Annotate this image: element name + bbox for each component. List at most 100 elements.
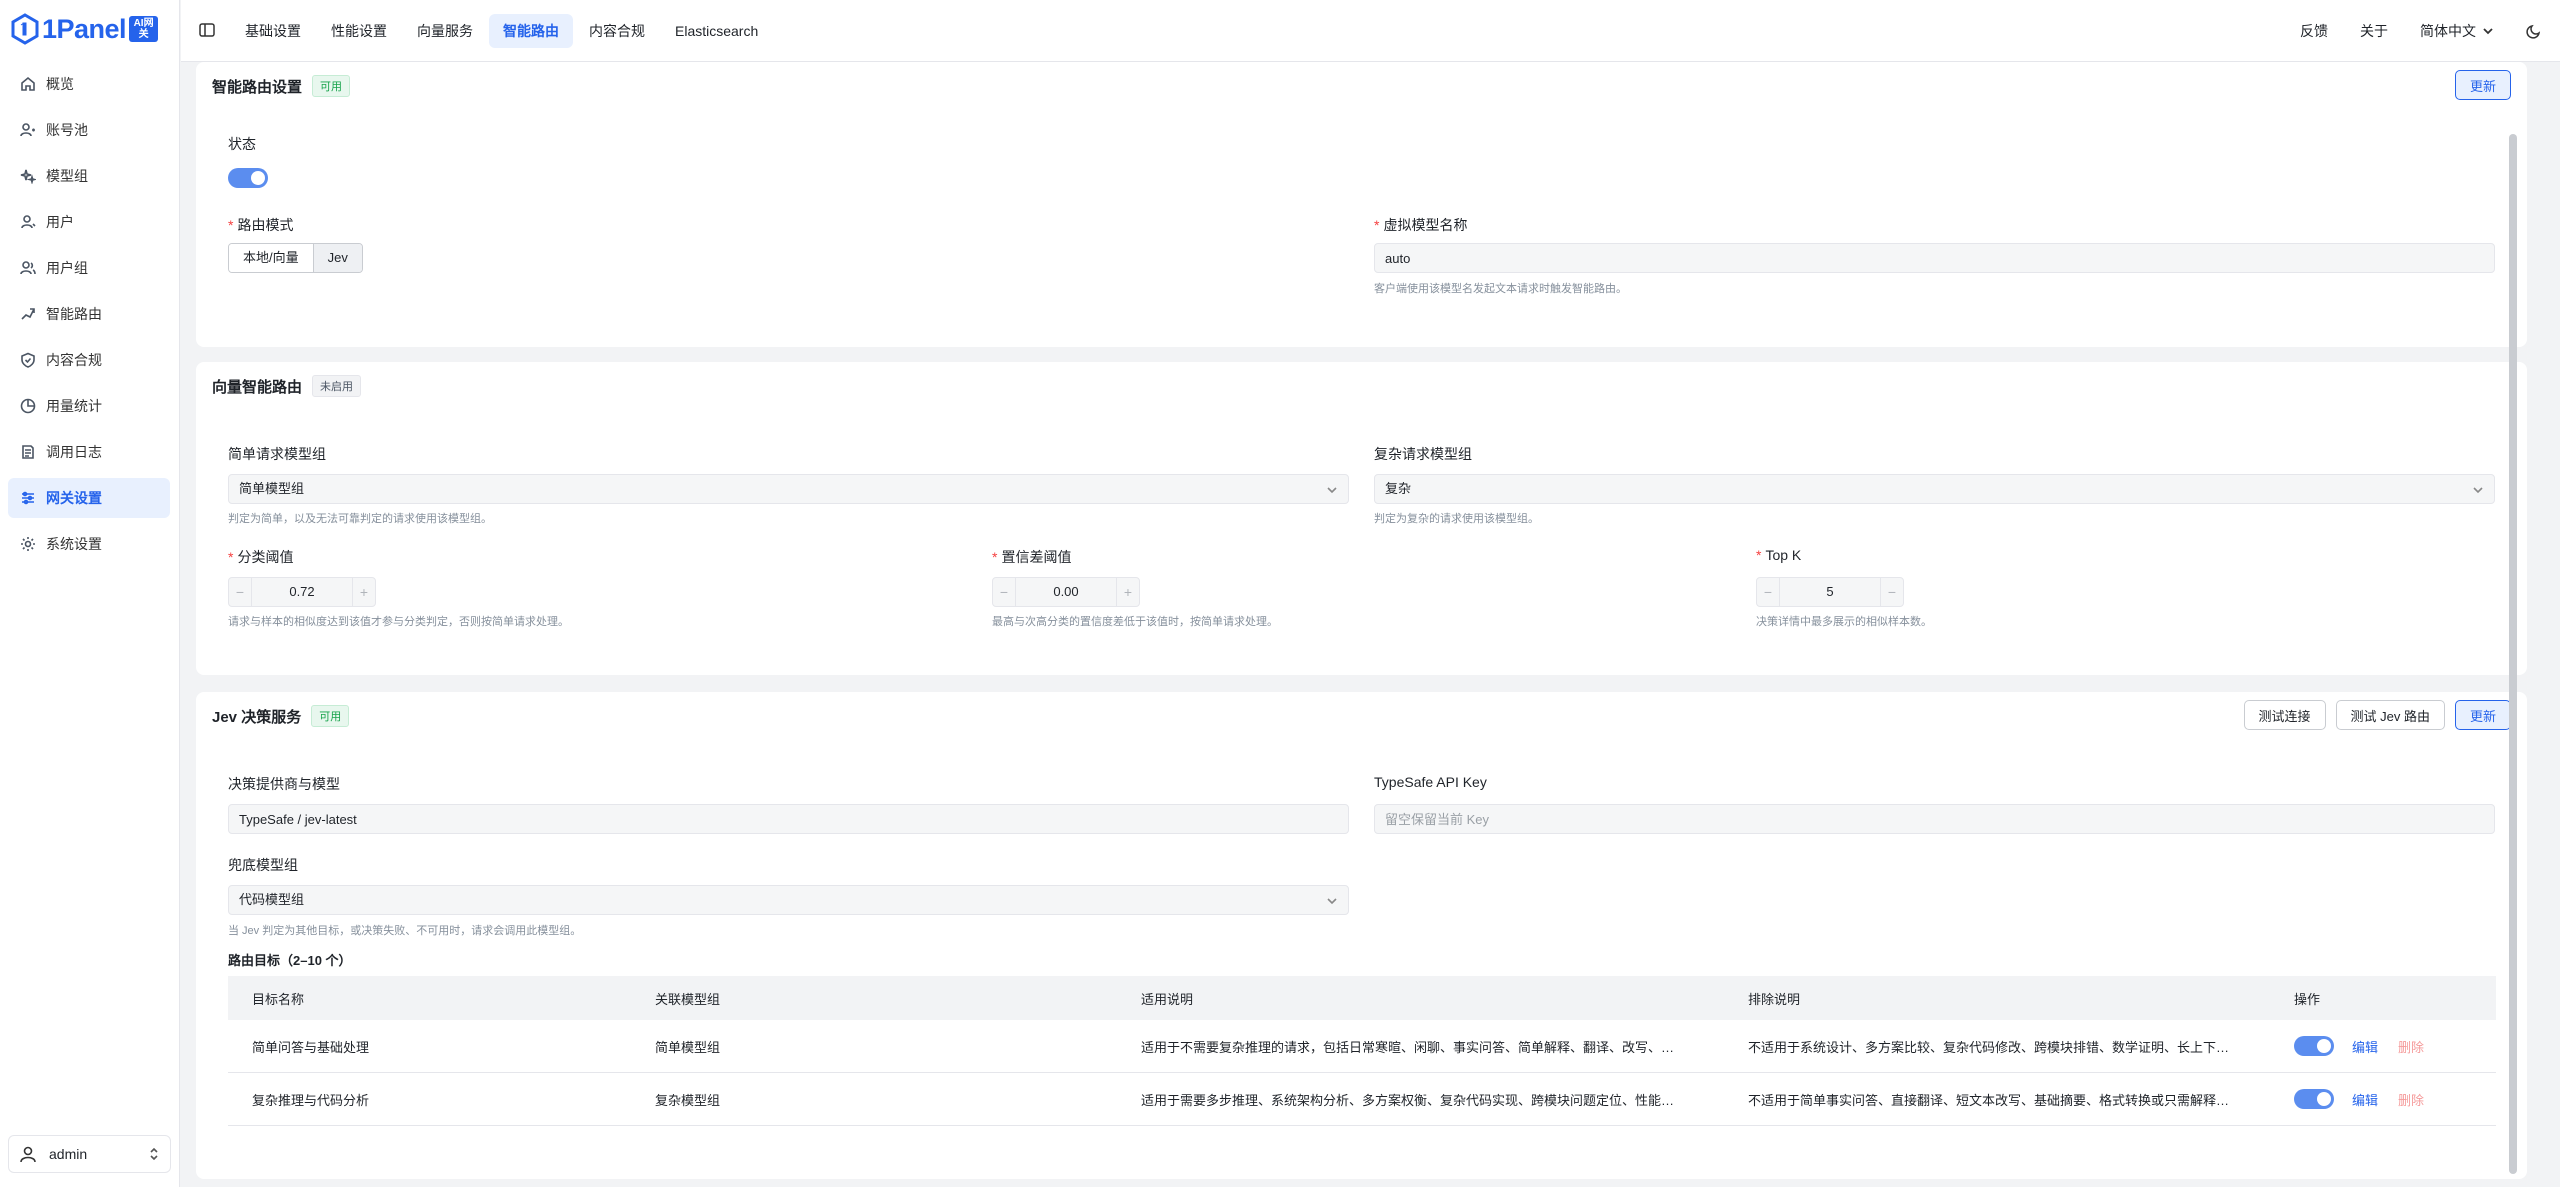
topk-stepper[interactable]: − 5 − bbox=[1756, 577, 1904, 607]
edit-link[interactable]: 编辑 bbox=[2352, 1090, 2378, 1109]
moon-icon[interactable] bbox=[2526, 23, 2542, 39]
complex-group-hint: 判定为复杂的请求使用该模型组。 bbox=[1374, 513, 1539, 525]
virtual-model-input[interactable] bbox=[1374, 243, 2495, 273]
brand-badge: AI网关 bbox=[129, 16, 159, 42]
complex-group-label: 复杂请求模型组 bbox=[1374, 446, 1472, 462]
edit-link[interactable]: 编辑 bbox=[2352, 1037, 2378, 1056]
tab-elasticsearch[interactable]: Elasticsearch bbox=[661, 14, 772, 48]
apikey-input[interactable] bbox=[1374, 804, 2495, 834]
test-jev-route-button[interactable]: 测试 Jev 路由 bbox=[2335, 700, 2445, 730]
sidebar-nav: 概览 账号池 模型组 用户 用户组 智能路由 内容合规 用量统计 调用日志 网关… bbox=[8, 64, 170, 570]
route-mode-label: * 路由模式 bbox=[228, 217, 294, 233]
user-menu[interactable]: admin bbox=[8, 1135, 171, 1173]
topk-value: 5 bbox=[1779, 578, 1881, 606]
fallback-group-select[interactable]: 代码模型组 bbox=[228, 885, 1349, 915]
status-toggle[interactable] bbox=[228, 168, 268, 188]
target-name: 简单问答与基础处理 bbox=[252, 1039, 370, 1055]
complex-group-select[interactable]: 复杂 bbox=[1374, 474, 2495, 504]
complex-group-value: 复杂 bbox=[1385, 481, 1412, 496]
user-icon bbox=[21, 215, 36, 229]
language-label: 简体中文 bbox=[2420, 23, 2476, 39]
jev-service-card: Jev 决策服务 可用 测试连接 测试 Jev 路由 更新 决策提供商与模型 T… bbox=[196, 692, 2527, 1179]
card-title: 智能路由设置 bbox=[212, 78, 303, 96]
sidebar-item-user-groups[interactable]: 用户组 bbox=[8, 248, 170, 288]
delete-link[interactable]: 删除 bbox=[2398, 1090, 2424, 1109]
about-link[interactable]: 关于 bbox=[2360, 21, 2388, 41]
sidebar-item-usage-stats[interactable]: 用量统计 bbox=[8, 386, 170, 426]
increment-button[interactable]: + bbox=[1117, 578, 1139, 606]
language-select[interactable]: 简体中文 bbox=[2420, 21, 2494, 41]
chevron-down-icon bbox=[1327, 898, 1337, 905]
logo-hexagon-icon bbox=[11, 13, 39, 45]
mode-option-jev[interactable]: Jev bbox=[312, 244, 362, 272]
tab-compliance[interactable]: 内容合规 bbox=[575, 14, 659, 48]
brand-name: 1Panel bbox=[42, 13, 127, 44]
status-label: 状态 bbox=[228, 136, 256, 152]
increment-button[interactable]: − bbox=[1881, 578, 1903, 606]
sidebar-toggle-icon[interactable] bbox=[198, 21, 216, 39]
column-header: 排除说明 bbox=[1748, 991, 1801, 1007]
margin-stepper[interactable]: − 0.00 + bbox=[992, 577, 1140, 607]
vertical-scrollbar[interactable] bbox=[2509, 134, 2517, 1174]
provider-input[interactable] bbox=[228, 804, 1349, 834]
provider-label: 决策提供商与模型 bbox=[228, 776, 340, 792]
sidebar-item-users[interactable]: 用户 bbox=[8, 202, 170, 242]
enable-toggle[interactable] bbox=[2294, 1036, 2334, 1056]
update-button[interactable]: 更新 bbox=[2454, 70, 2511, 100]
simple-group-hint: 判定为简单，以及无法可靠判定的请求使用该模型组。 bbox=[228, 513, 492, 525]
tab-vector[interactable]: 向量服务 bbox=[403, 14, 487, 48]
chevron-down-icon bbox=[2473, 487, 2483, 494]
row-actions: 编辑 删除 bbox=[2294, 1089, 2496, 1109]
topk-hint: 决策详情中最多展示的相似样本数。 bbox=[1756, 616, 1932, 628]
card-header: Jev 决策服务 可用 bbox=[212, 705, 350, 727]
simple-group-select[interactable]: 简单模型组 bbox=[228, 474, 1349, 504]
account-pool-icon bbox=[20, 123, 35, 137]
card-actions: 更新 bbox=[2445, 70, 2511, 100]
fallback-label: 兜底模型组 bbox=[228, 857, 298, 873]
card-header: 智能路由设置 可用 bbox=[212, 75, 351, 97]
column-header: 适用说明 bbox=[1141, 991, 1194, 1007]
routing-settings-card: 智能路由设置 可用 更新 状态 * 路由模式 本地/向量 Jev * 虚拟模型名称 … bbox=[196, 62, 2527, 347]
sidebar-item-label: 模型组 bbox=[46, 168, 88, 184]
sidebar-item-gateway-settings[interactable]: 网关设置 bbox=[8, 478, 170, 518]
targets-table: 目标名称 关联模型组 适用说明 排除说明 操作 简单问答与基础处理 简单模型组 … bbox=[228, 976, 2496, 1126]
enable-toggle[interactable] bbox=[2294, 1089, 2334, 1109]
decrement-button[interactable]: − bbox=[1757, 578, 1779, 606]
row-actions: 编辑 删除 bbox=[2294, 1036, 2496, 1056]
delete-link[interactable]: 删除 bbox=[2398, 1037, 2424, 1056]
route-mode-segmented: 本地/向量 Jev bbox=[228, 243, 363, 273]
sidebar-item-model-group[interactable]: 模型组 bbox=[8, 156, 170, 196]
sidebar-item-compliance[interactable]: 内容合规 bbox=[8, 340, 170, 380]
table-row: 复杂推理与代码分析 复杂模型组 适用于需要多步推理、系统架构分析、多方案权衡、复… bbox=[228, 1073, 2496, 1126]
sidebar: 1Panel AI网关 概览 账号池 模型组 用户 用户组 智能路由 内容合规 … bbox=[0, 0, 180, 1187]
sparkles-icon bbox=[20, 169, 36, 184]
decrement-button[interactable]: − bbox=[229, 578, 251, 606]
card-title: Jev 决策服务 bbox=[212, 708, 302, 726]
test-connection-button[interactable]: 测试连接 bbox=[2243, 700, 2326, 730]
settings-tabs: 基础设置 性能设置 向量服务 智能路由 内容合规 Elasticsearch bbox=[231, 14, 774, 48]
threshold-hint: 请求与样本的相似度达到该值才参与分类判定，否则按简单请求处理。 bbox=[228, 616, 569, 628]
sidebar-item-label: 调用日志 bbox=[46, 444, 102, 460]
update-button[interactable]: 更新 bbox=[2454, 700, 2511, 730]
sidebar-item-account-pool[interactable]: 账号池 bbox=[8, 110, 170, 150]
decrement-button[interactable]: − bbox=[993, 578, 1015, 606]
sidebar-item-overview[interactable]: 概览 bbox=[8, 64, 170, 104]
tab-basic[interactable]: 基础设置 bbox=[231, 14, 315, 48]
threshold-stepper[interactable]: − 0.72 + bbox=[228, 577, 376, 607]
sidebar-item-system-settings[interactable]: 系统设置 bbox=[8, 524, 170, 564]
tab-smart-routing[interactable]: 智能路由 bbox=[489, 14, 573, 48]
simple-group-label: 简单请求模型组 bbox=[228, 446, 326, 462]
sidebar-item-call-logs[interactable]: 调用日志 bbox=[8, 432, 170, 472]
gear-icon bbox=[21, 537, 35, 551]
status-badge: 未启用 bbox=[312, 375, 362, 397]
simple-group-value: 简单模型组 bbox=[239, 481, 305, 496]
tab-performance[interactable]: 性能设置 bbox=[317, 14, 401, 48]
sidebar-item-label: 系统设置 bbox=[46, 536, 102, 552]
chevron-down-icon bbox=[2483, 28, 2493, 35]
increment-button[interactable]: + bbox=[353, 578, 375, 606]
margin-hint: 最高与次高分类的置信度差低于该值时，按简单请求处理。 bbox=[992, 616, 1278, 628]
feedback-link[interactable]: 反馈 bbox=[2300, 21, 2328, 41]
mode-option-local[interactable]: 本地/向量 bbox=[229, 244, 313, 272]
table-row: 简单问答与基础处理 简单模型组 适用于不需要复杂推理的请求，包括日常寒暄、闲聊、… bbox=[228, 1020, 2496, 1073]
sidebar-item-smart-routing[interactable]: 智能路由 bbox=[8, 294, 170, 334]
